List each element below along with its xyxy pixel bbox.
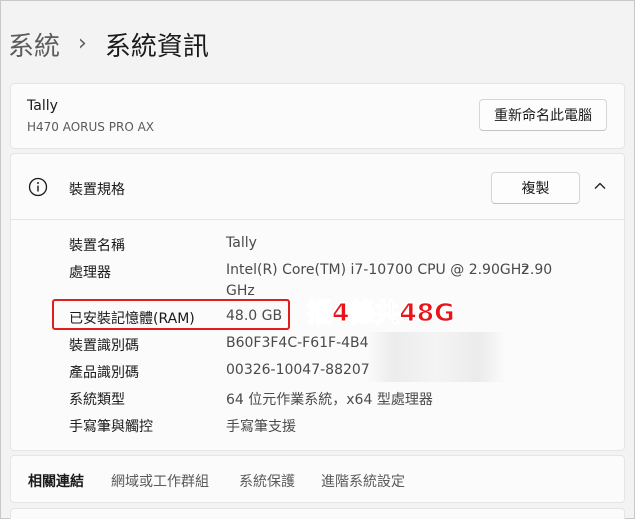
breadcrumb: 系統 › 系統資訊 [8,24,209,64]
chevron-up-icon[interactable] [593,179,607,193]
spec-value: 00326-10047-88207 [226,362,370,378]
ram-highlight-box [52,299,290,330]
spec-label: 產品識別碼 [69,365,139,381]
spec-value: 64 位元作業系統，x64 型處理器 [226,392,433,408]
page-title: 系統資訊 [104,31,209,62]
breadcrumb-parent[interactable]: 系統 [8,26,60,63]
spec-value-extra: 2.90 [521,262,553,278]
spec-label: 裝置識別碼 [69,338,139,354]
spec-value: Intel(R) Core(TM) i7-10700 CPU @ 2.90GHz [226,262,529,278]
link-advanced-system-settings[interactable]: 進階系統設定 [321,471,405,491]
related-links-card: 相關連結 網域或工作群組 系統保護 進階系統設定 [10,455,625,503]
info-icon [28,177,48,197]
spec-label: 處理器 [69,265,111,281]
spec-label: 手寫筆與觸控 [69,419,153,435]
rename-pc-button[interactable]: 重新命名此電腦 [479,99,607,131]
device-specs-title: 裝置規格 [69,182,125,198]
next-card-edge [10,508,625,519]
breadcrumb-chevron-icon: › [78,30,87,56]
device-specs-header[interactable]: 裝置規格 複製 [11,154,624,220]
redaction-blur [366,332,506,382]
link-system-protection[interactable]: 系統保護 [239,471,295,491]
device-card: Tally H470 AORUS PRO AX 重新命名此電腦 [10,83,625,149]
spec-label: 系統類型 [69,392,125,408]
related-links-title: 相關連結 [28,474,84,490]
copy-button[interactable]: 複製 [491,172,580,204]
device-model: H470 AORUS PRO AX [27,120,155,134]
spec-value-line2: GHz [226,283,255,299]
device-name: Tally [27,98,58,114]
annotation-text: 插4條共48G [307,298,456,328]
link-domain-workgroup[interactable]: 網域或工作群組 [111,471,209,491]
spec-value: Tally [226,235,257,251]
spec-label: 裝置名稱 [69,238,125,254]
spec-value: 手寫筆支援 [226,419,296,435]
spec-value: B60F3F4C-F61F-4B4 [226,335,369,351]
